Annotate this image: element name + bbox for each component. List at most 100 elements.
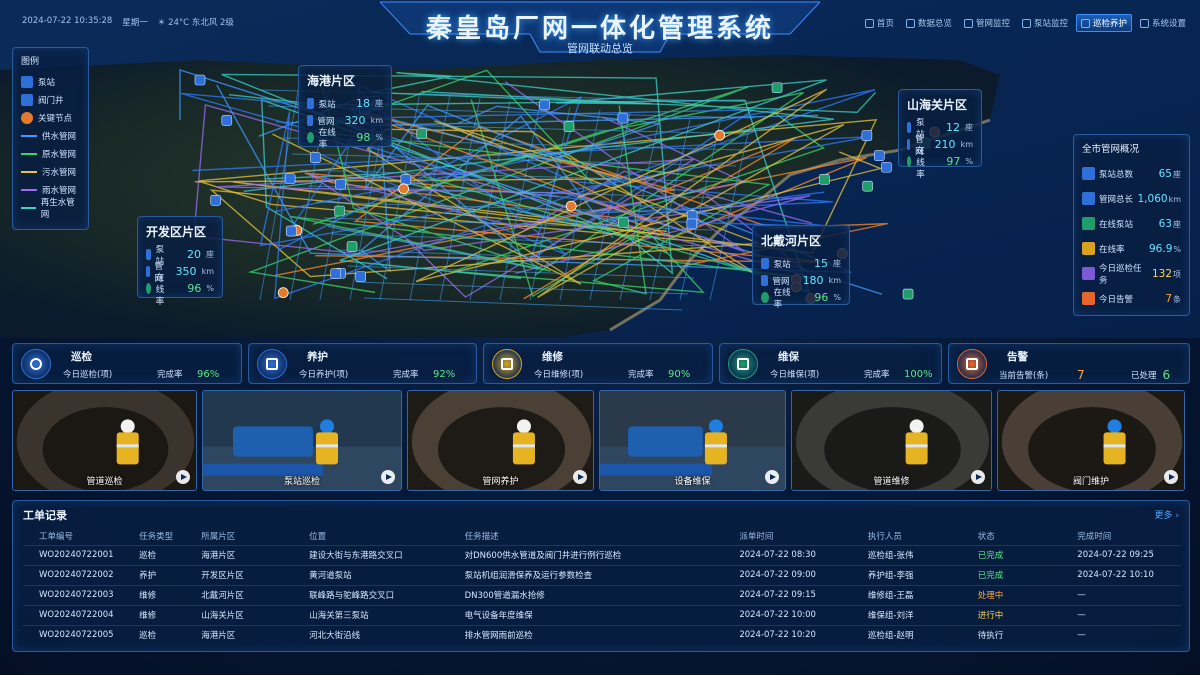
photo-card-5[interactable]: 阀门维护 — [997, 390, 1185, 491]
kpi-line: 当前告警(条) 7 已处理 6 — [999, 368, 1170, 382]
region-row-value: 18 — [356, 97, 370, 110]
kpi-card-4[interactable]: 告警 当前告警(条) 7 已处理 6 — [948, 343, 1190, 384]
nav-item-5[interactable]: 系统设置 — [1136, 14, 1190, 32]
legend-item: 关键节点 — [21, 109, 80, 127]
legend-label: 泵站 — [38, 78, 56, 88]
legend-item: 泵站 — [21, 73, 80, 91]
legend-item: 供水管网 — [21, 127, 80, 145]
nav-label: 管网监控 — [975, 19, 1010, 29]
pump-station-icon — [355, 271, 367, 282]
table-cell: WO20240722004 — [23, 604, 140, 625]
column-header: 完成时间 — [1077, 531, 1112, 542]
valve-icon — [819, 174, 830, 185]
table-row[interactable]: WO20240722005 巡检 海港片区 河北大街沿线 排水管网雨前巡检 2024-07… — [23, 624, 1181, 645]
overview-row-value-wrap: 65座 — [1159, 168, 1181, 180]
alarm-count: 7 — [1077, 368, 1085, 382]
table-cell: 巡检组-张伟 — [867, 544, 978, 565]
region-row-value: 96 — [187, 282, 202, 295]
pump-station-icon — [861, 130, 873, 141]
orders-title: 工单记录 — [23, 509, 67, 522]
play-icon[interactable] — [971, 470, 985, 484]
key-node-icon — [565, 200, 577, 212]
photo-card-3[interactable]: 设备维保 — [599, 390, 786, 491]
kpi-card-0[interactable]: 巡检今日巡检(项) 完成率 96% — [12, 343, 242, 384]
region-name: 北戴河片区 — [761, 234, 822, 248]
more-link[interactable]: 更多 › — [1155, 508, 1179, 521]
valve-icon — [771, 82, 783, 94]
pump-station-icon — [761, 258, 769, 269]
overview-row: 在线率 96.9% — [1082, 236, 1181, 261]
kpi-rate: 92% — [433, 368, 456, 380]
key-node-icon — [398, 183, 410, 195]
datetime-text: 2024-07-22 10:35:28 — [22, 16, 113, 26]
kpi-line: 今日巡检(项) 完成率 96% — [63, 368, 219, 381]
photo-label: 阀门维护 — [1072, 477, 1109, 487]
valve-icon — [334, 205, 345, 217]
kpi-name: 巡检 — [71, 351, 92, 363]
region-row-value: 210 — [934, 138, 956, 151]
table-cell: WO20240722005 — [23, 624, 140, 645]
table-row[interactable]: WO20240722004 维修 山海关片区 山海关第三泵站 电气设备年度维保 2024-… — [23, 604, 1181, 625]
kpi-name: 养护 — [307, 351, 328, 363]
photo-card-2[interactable]: 管网养护 — [407, 390, 594, 491]
kpi-card-1[interactable]: 养护 今日养护(项) 完成率 92% — [248, 343, 477, 384]
pump-station-icon — [307, 98, 314, 109]
table-row[interactable]: WO20240722001 巡检 海港片区 建设大街与东港路交叉口 对DN600供水管道… — [23, 544, 1181, 565]
pump-station-icon — [907, 122, 912, 133]
kpi-card-2[interactable]: 维修 今日维修(项) 完成率 90% — [483, 343, 713, 384]
play-icon[interactable] — [381, 470, 395, 484]
table-row[interactable]: WO20240722002 养护 开发区片区 黄河道泵站 泵站机组润滑保养及运行参数检查… — [23, 564, 1181, 585]
kpi-card-3[interactable]: 维保 今日维保(项) 完成率 100% — [719, 343, 942, 384]
overview-row-label: 在线泵站 — [1099, 219, 1134, 230]
overview-row-value-wrap: 132项 — [1152, 268, 1181, 280]
photo-card-1[interactable]: 泵站巡检 — [202, 390, 402, 491]
valve-icon — [902, 288, 914, 300]
table-cell: 已完成 — [977, 544, 1078, 565]
valve-icon — [618, 217, 629, 228]
region-card-kaifaqu[interactable]: 开发区片区 泵站 20 座管网 350 km 在线率 96% — [137, 216, 223, 307]
legend-line-swatch — [21, 135, 37, 137]
nav-item-2[interactable]: 管网监控 — [960, 14, 1014, 32]
table-cell: 养护 — [139, 564, 202, 585]
kpi-name: 维保 — [778, 351, 799, 363]
map-legend: 图例 泵站 阀门井 关键节点 供水管网 原水管网 污水管网 雨水管网 再生水管网 — [12, 47, 89, 230]
table-cell: WO20240722002 — [23, 564, 140, 585]
legend-label: 阀门井 — [38, 96, 64, 106]
play-icon[interactable] — [765, 470, 779, 484]
table-cell: 维修组-王磊 — [867, 584, 978, 605]
play-icon[interactable] — [573, 470, 587, 484]
photo-card-0[interactable]: 管道巡检 — [12, 390, 197, 491]
photo-card-4[interactable]: 管道维修 — [791, 390, 992, 491]
kpi-sub: 今日维修(项) — [534, 370, 584, 380]
nav-item-1[interactable]: 数据总览 — [902, 14, 956, 32]
region-row-value: 96 — [814, 291, 829, 304]
table-cell: 巡检 — [139, 624, 202, 645]
region-card-haigang[interactable]: 海港片区 泵站 18 座管网 320 km 在线率 98% — [298, 65, 392, 150]
region-card-shanhaiguan[interactable]: 山海关片区 泵站 12 座管网 210 km 在线率 97% — [898, 89, 982, 180]
table-cell: 处理中 — [977, 584, 1078, 605]
table-cell: 养护组-李强 — [867, 564, 978, 585]
table-cell: 2024-07-22 09:15 — [739, 584, 868, 605]
search-icon — [21, 348, 51, 379]
region-row-unit: km — [201, 267, 214, 276]
overview-title: 全市管网概况 — [1082, 144, 1140, 155]
valve-icon — [346, 241, 358, 252]
region-card-beidaihe[interactable]: 北戴河片区 泵站 15 座管网 180 km 在线率 96% — [752, 225, 850, 310]
table-row[interactable]: WO20240722003 维修 北戴河片区 联峰路与驼峰路交叉口 DN300管道漏水抢… — [23, 584, 1181, 605]
nav-label: 数据总览 — [917, 19, 952, 29]
play-icon[interactable] — [176, 470, 190, 484]
nav-item-0[interactable]: 首页 — [861, 14, 898, 32]
weekday-text: 星期一 — [122, 18, 148, 28]
table-cell: 2024-07-22 10:10 — [1077, 564, 1181, 585]
nav-item-4[interactable]: 巡检养护 — [1075, 14, 1132, 32]
legend-item: 原水管网 — [21, 145, 80, 163]
play-icon[interactable] — [1164, 470, 1178, 484]
legend-item: 阀门井 — [21, 91, 80, 109]
kpi-rate-label: 完成率 — [393, 370, 419, 380]
gear-icon — [1139, 18, 1149, 28]
table-cell: 山海关片区 — [201, 604, 310, 625]
more-label: 更多 — [1154, 511, 1173, 521]
table-cell: WO20240722001 — [23, 544, 140, 565]
region-row-value: 98 — [356, 131, 371, 144]
nav-item-3[interactable]: 泵站监控 — [1018, 14, 1072, 32]
